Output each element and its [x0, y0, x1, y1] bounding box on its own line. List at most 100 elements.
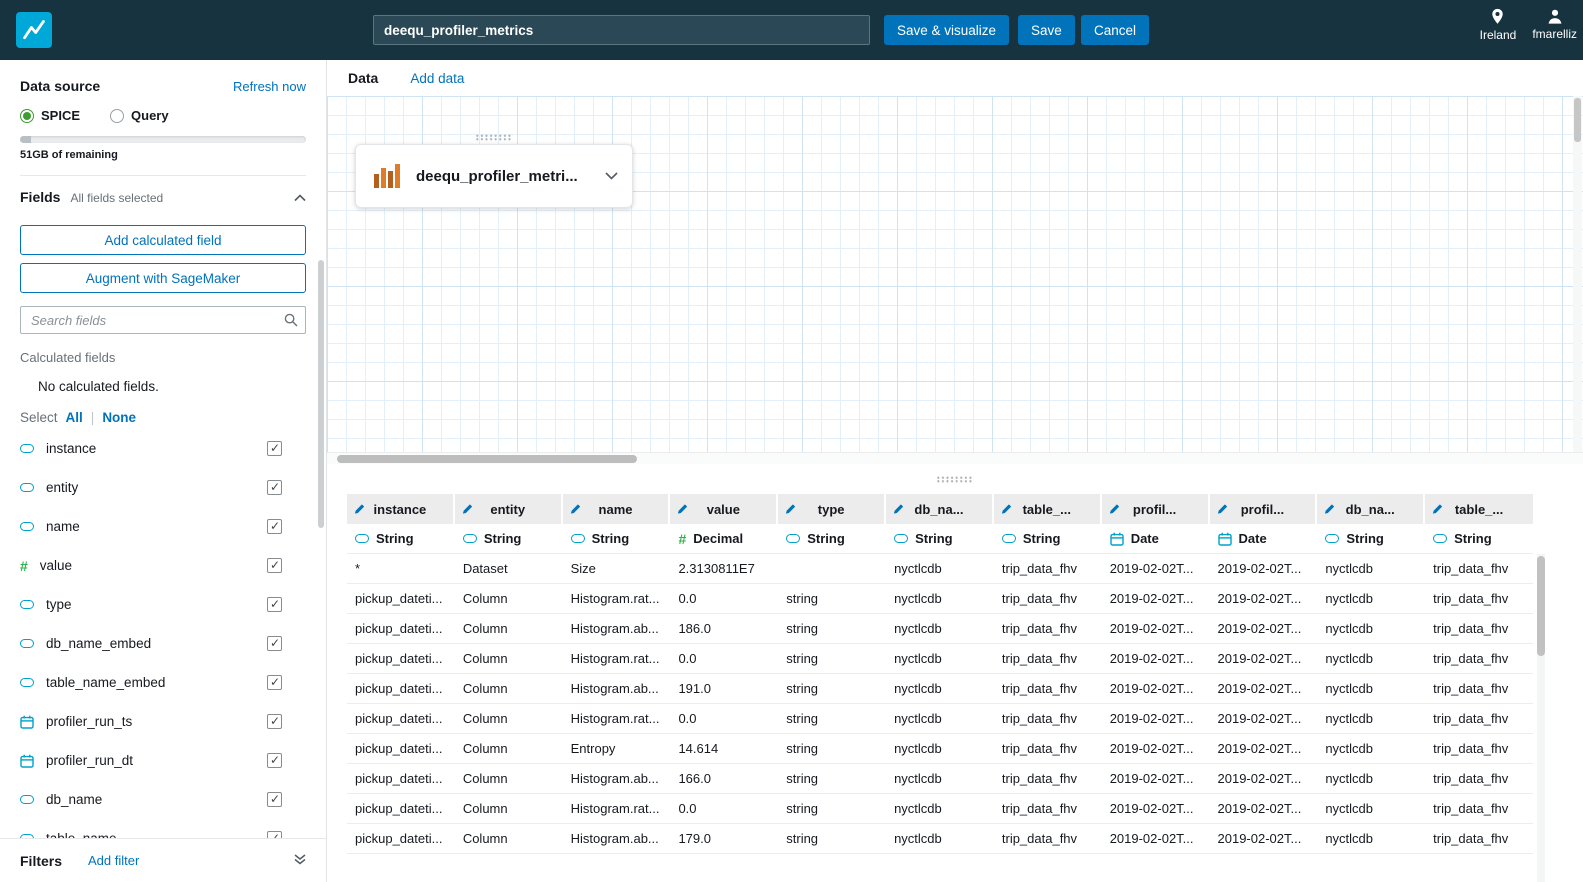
- table-cell: Histogram.ab...: [562, 674, 671, 704]
- table-cell: nyctlcdb: [1317, 584, 1426, 614]
- filters-label: Filters: [20, 852, 63, 869]
- field-checkbox[interactable]: [267, 792, 282, 807]
- field-checkbox[interactable]: [267, 831, 282, 838]
- table-cell: nyctlcdb: [1317, 554, 1426, 584]
- field-checkbox[interactable]: [267, 636, 282, 651]
- table-cell: Column: [454, 584, 563, 614]
- table-cell: pickup_dateti...: [347, 584, 455, 614]
- scrollbar-thumb[interactable]: [337, 455, 637, 463]
- field-row-entity[interactable]: entity: [0, 468, 326, 507]
- sidebar-scrollbar[interactable]: [318, 260, 324, 528]
- field-row-db_name_embed[interactable]: db_name_embed: [0, 624, 326, 663]
- field-checkbox[interactable]: [267, 441, 282, 456]
- edit-column-icon[interactable]: [1001, 504, 1012, 515]
- edit-column-icon[interactable]: [785, 504, 796, 515]
- column-header[interactable]: profil...: [1101, 494, 1210, 524]
- field-row-name[interactable]: name: [0, 507, 326, 546]
- table-cell: 2019-02-02T...: [1101, 614, 1210, 644]
- panel-splitter[interactable]: [327, 464, 1583, 494]
- column-header[interactable]: value: [670, 494, 779, 524]
- user-menu[interactable]: fmarelliz: [1532, 8, 1577, 42]
- edit-column-icon[interactable]: [1217, 504, 1228, 515]
- table-cell: trip_data_fhv: [993, 584, 1102, 614]
- fields-collapse-button[interactable]: [294, 189, 306, 207]
- dataset-card[interactable]: deequ_profiler_metri...: [355, 144, 633, 208]
- add-data-link[interactable]: Add data: [410, 71, 464, 86]
- table-cell: 179.0: [670, 824, 779, 854]
- select-none-link[interactable]: None: [102, 410, 136, 425]
- filters-collapse-button[interactable]: [294, 852, 306, 870]
- scrollbar-thumb[interactable]: [1574, 98, 1581, 142]
- add-filter-link[interactable]: Add filter: [88, 853, 139, 868]
- field-row-table_name_embed[interactable]: table_name_embed: [0, 663, 326, 702]
- column-header[interactable]: table_...: [993, 494, 1102, 524]
- column-type-cell: String: [454, 524, 563, 554]
- edit-column-icon[interactable]: [570, 504, 581, 515]
- region-selector[interactable]: Ireland: [1480, 8, 1516, 42]
- cancel-button[interactable]: Cancel: [1081, 15, 1150, 45]
- column-header[interactable]: name: [562, 494, 671, 524]
- edit-column-icon[interactable]: [1324, 504, 1335, 515]
- column-type-cell: String: [1317, 524, 1426, 554]
- select-all-link[interactable]: All: [66, 410, 83, 425]
- field-checkbox[interactable]: [267, 597, 282, 612]
- splitter-drag-handle[interactable]: [936, 475, 974, 483]
- table-vertical-scrollbar[interactable]: [1537, 554, 1545, 882]
- add-calculated-field-button[interactable]: Add calculated field: [20, 225, 306, 255]
- column-type-label: String: [483, 531, 522, 546]
- field-row-profiler_run_ts[interactable]: profiler_run_ts: [0, 702, 326, 741]
- field-checkbox[interactable]: [267, 519, 282, 534]
- field-row-value[interactable]: # value: [0, 546, 326, 585]
- dataset-name-input[interactable]: [373, 15, 870, 45]
- column-header[interactable]: db_na...: [1317, 494, 1426, 524]
- field-checkbox[interactable]: [267, 480, 282, 495]
- table-cell: Histogram.ab...: [562, 614, 671, 644]
- chevron-down-icon[interactable]: [605, 172, 618, 180]
- field-checkbox[interactable]: [267, 558, 282, 573]
- field-row-db_name[interactable]: db_name: [0, 780, 326, 819]
- edit-column-icon[interactable]: [677, 504, 688, 515]
- column-header[interactable]: entity: [454, 494, 563, 524]
- field-row-profiler_run_dt[interactable]: profiler_run_dt: [0, 741, 326, 780]
- edit-column-icon[interactable]: [462, 504, 473, 515]
- column-header[interactable]: profil...: [1209, 494, 1318, 524]
- column-header[interactable]: table_...: [1425, 494, 1533, 524]
- field-checkbox[interactable]: [267, 753, 282, 768]
- column-label: db_na...: [914, 501, 964, 517]
- edit-column-icon[interactable]: [1432, 504, 1443, 515]
- save-button[interactable]: Save: [1018, 15, 1075, 45]
- fields-label: Fields: [20, 189, 61, 205]
- field-label: name: [46, 519, 80, 534]
- tab-data[interactable]: Data: [348, 70, 378, 86]
- field-checkbox[interactable]: [267, 675, 282, 690]
- field-row-table_name[interactable]: table_name: [0, 819, 326, 838]
- field-row-instance[interactable]: instance: [0, 429, 326, 468]
- edit-column-icon[interactable]: [1109, 504, 1120, 515]
- augment-sagemaker-button[interactable]: Augment with SageMaker: [20, 263, 306, 293]
- refresh-now-link[interactable]: Refresh now: [233, 79, 306, 94]
- string-type-icon: [20, 678, 34, 687]
- edit-column-icon[interactable]: [354, 504, 365, 515]
- field-row-type[interactable]: type: [0, 585, 326, 624]
- field-checkbox[interactable]: [267, 714, 282, 729]
- card-drag-handle[interactable]: [475, 134, 513, 141]
- column-header[interactable]: instance: [347, 494, 455, 524]
- search-fields-input[interactable]: [20, 306, 306, 334]
- column-header[interactable]: db_na...: [886, 494, 994, 524]
- save-visualize-button[interactable]: Save & visualize: [884, 15, 1010, 45]
- string-type-icon: [355, 534, 369, 543]
- canvas-horizontal-scrollbar[interactable]: [327, 452, 1583, 464]
- fields-subtitle: All fields selected: [70, 191, 164, 205]
- column-label: table_...: [1022, 501, 1071, 517]
- edit-column-icon[interactable]: [893, 504, 904, 515]
- column-type-label: String: [1022, 531, 1061, 546]
- quicksight-logo[interactable]: [16, 12, 52, 48]
- scrollbar-thumb[interactable]: [1537, 556, 1545, 656]
- column-header[interactable]: type: [778, 494, 887, 524]
- spice-radio[interactable]: SPICE: [20, 108, 80, 123]
- table-row: * Dataset Size 2.3130811E7 nyctlcdb trip_data…: [347, 554, 1533, 584]
- query-radio[interactable]: Query: [110, 108, 169, 123]
- canvas-vertical-scrollbar[interactable]: [1573, 96, 1582, 452]
- table-cell: 0.0: [670, 584, 779, 614]
- field-label: profiler_run_ts: [46, 714, 133, 729]
